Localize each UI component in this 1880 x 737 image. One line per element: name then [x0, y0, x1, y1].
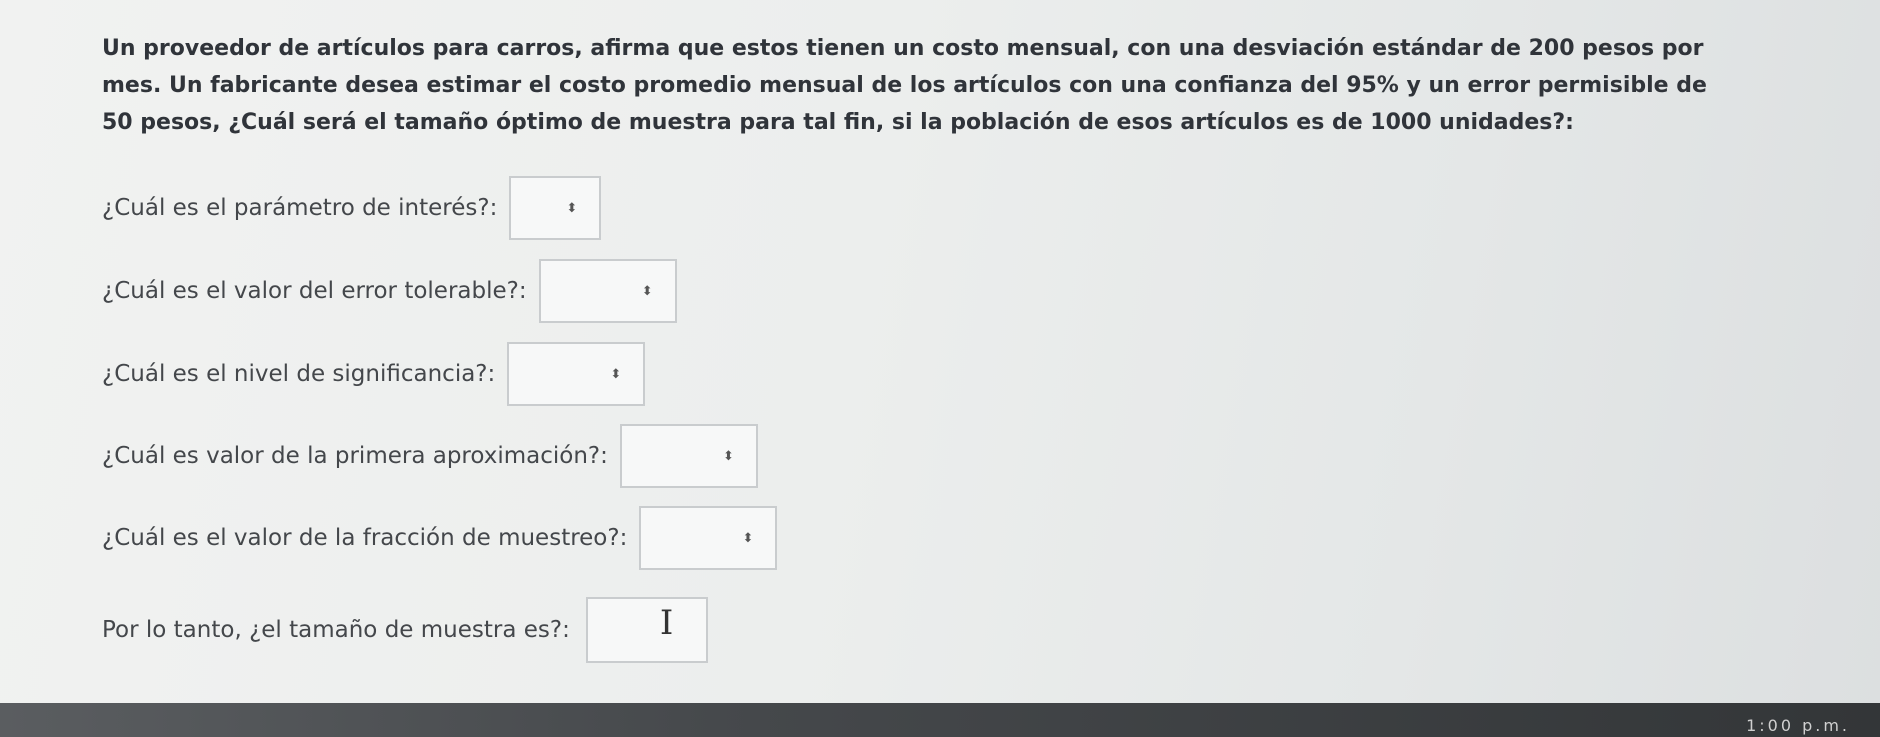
updown-arrow-icon: ⬍: [722, 448, 734, 464]
problem-line-2: mes. Un fabricante desea estimar el cost…: [102, 73, 1707, 98]
error-select[interactable]: ⬍: [538, 259, 677, 323]
question-row-fraccion: ¿Cuál es el valor de la fracción de mues…: [102, 506, 778, 570]
aproximacion-select[interactable]: ⬍: [619, 424, 758, 488]
question-row-aproximacion: ¿Cuál es valor de la primera aproximació…: [102, 424, 758, 488]
fraccion-select[interactable]: ⬍: [639, 506, 778, 570]
question-label: ¿Cuál es el valor del error tolerable?:: [102, 278, 527, 304]
question-label: ¿Cuál es valor de la primera aproximació…: [102, 443, 608, 469]
question-row-significancia: ¿Cuál es el nivel de significancia?: ⬍: [102, 342, 646, 406]
question-label: ¿Cuál es el valor de la fracción de mues…: [102, 525, 628, 551]
question-label: ¿Cuál es el parámetro de interés?:: [102, 195, 498, 221]
text-cursor-icon: I: [659, 603, 674, 643]
problem-statement: Un proveedor de artículos para carros, a…: [102, 30, 1802, 141]
question-label: ¿Cuál es el nivel de significancia?:: [102, 361, 496, 387]
updown-arrow-icon: ⬍: [641, 283, 653, 299]
updown-arrow-icon: ⬍: [610, 366, 622, 382]
parametro-select[interactable]: ⬍: [509, 176, 602, 240]
clock-text: 1:00 p.m.: [1746, 716, 1850, 735]
taskbar-strip: 1:00 p.m.: [0, 703, 1880, 737]
question-label: Por lo tanto, ¿el tamaño de muestra es?:: [102, 617, 570, 643]
problem-line-1: Un proveedor de artículos para carros, a…: [102, 36, 1704, 61]
updown-arrow-icon: ⬍: [742, 530, 754, 546]
updown-arrow-icon: ⬍: [566, 200, 578, 216]
significancia-select[interactable]: ⬍: [507, 342, 646, 406]
tamano-input[interactable]: I: [585, 597, 708, 663]
question-row-parametro: ¿Cuál es el parámetro de interés?: ⬍: [102, 176, 602, 240]
question-row-error: ¿Cuál es el valor del error tolerable?: …: [102, 259, 677, 323]
question-row-tamano: Por lo tanto, ¿el tamaño de muestra es?:…: [102, 597, 708, 663]
problem-line-3: 50 pesos, ¿Cuál será el tamaño óptimo de…: [102, 110, 1574, 135]
